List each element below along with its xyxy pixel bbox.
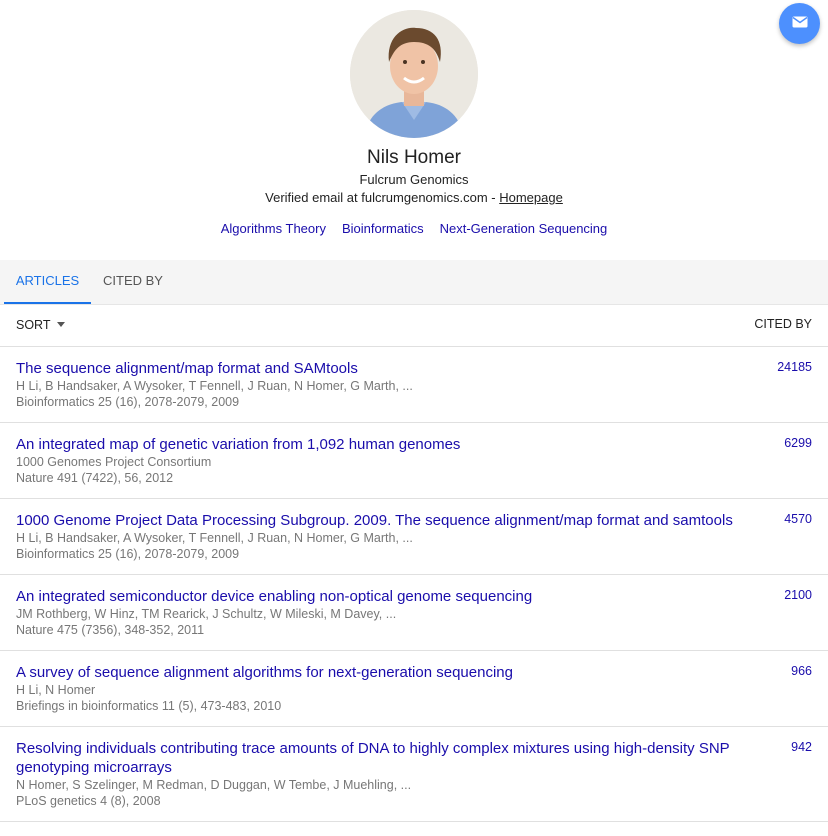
tab-articles[interactable]: ARTICLES: [4, 260, 91, 304]
article-authors: H Li, N Homer: [16, 683, 96, 697]
list-item: 1000 Genome Project Data Processing Subg…: [0, 499, 828, 575]
article-venue: Nature 491 (7422), 56, 2012: [16, 471, 174, 485]
cited-by-count-link[interactable]: 942: [791, 740, 812, 754]
list-item: The sequence alignment/map format and SA…: [0, 347, 828, 423]
cited-by-count-link[interactable]: 6299: [784, 436, 812, 450]
article-title-link[interactable]: 1000 Genome Project Data Processing Subg…: [16, 511, 738, 530]
tab-cited-by[interactable]: CITED BY: [91, 260, 175, 302]
profile-name: Nils Homer: [367, 147, 461, 168]
sort-button[interactable]: SORT: [16, 318, 65, 332]
research-interests: Algorithms Theory Bioinformatics Next-Ge…: [0, 221, 828, 237]
homepage-link[interactable]: Homepage: [499, 190, 563, 205]
article-list: The sequence alignment/map format and SA…: [0, 347, 828, 822]
profile-affiliation: Fulcrum Genomics: [359, 172, 469, 187]
profile-header: Nils Homer Fulcrum Genomics Verified ema…: [0, 0, 828, 260]
cited-by-count-link[interactable]: 4570: [784, 512, 812, 526]
email-icon: [792, 15, 808, 33]
sort-label: SORT: [16, 318, 51, 332]
article-venue: Bioinformatics 25 (16), 2078-2079, 2009: [16, 395, 240, 409]
interest-link-algorithms-theory[interactable]: Algorithms Theory: [221, 221, 326, 237]
article-authors: H Li, B Handsaker, A Wysoker, T Fennell,…: [16, 531, 413, 545]
list-item: An integrated semiconductor device enabl…: [0, 575, 828, 651]
article-title-link[interactable]: The sequence alignment/map format and SA…: [16, 359, 738, 378]
article-venue: Briefings in bioinformatics 11 (5), 473-…: [16, 699, 282, 713]
article-title-link[interactable]: An integrated map of genetic variation f…: [16, 435, 738, 454]
article-venue: Bioinformatics 25 (16), 2078-2079, 2009: [16, 547, 240, 561]
article-venue: Nature 475 (7356), 348-352, 2011: [16, 623, 205, 637]
article-authors: N Homer, S Szelinger, M Redman, D Duggan…: [16, 778, 412, 792]
cited-by-count-link[interactable]: 24185: [777, 360, 812, 374]
list-item: Resolving individuals contributing trace…: [0, 727, 828, 822]
list-item: An integrated map of genetic variation f…: [0, 423, 828, 499]
list-item: A survey of sequence alignment algorithm…: [0, 651, 828, 727]
cited-by-count-link[interactable]: 2100: [784, 588, 812, 602]
article-title-link[interactable]: An integrated semiconductor device enabl…: [16, 587, 738, 606]
verified-email-text: Verified email at fulcrumgenomics.com -: [265, 190, 500, 205]
list-header: SORT CITED BY: [0, 304, 828, 347]
article-authors: 1000 Genomes Project Consortium: [16, 455, 212, 469]
caret-down-icon: [56, 322, 65, 327]
profile-photo: [350, 10, 478, 138]
profile-tabs: ARTICLES CITED BY: [0, 260, 828, 305]
article-title-link[interactable]: Resolving individuals contributing trace…: [16, 739, 738, 777]
article-venue: PLoS genetics 4 (8), 2008: [16, 794, 161, 808]
cited-by-column-header: CITED BY: [754, 317, 812, 331]
interest-link-bioinformatics[interactable]: Bioinformatics: [342, 221, 424, 237]
follow-email-button[interactable]: [779, 3, 820, 44]
interest-link-ngs[interactable]: Next-Generation Sequencing: [440, 221, 608, 237]
article-title-link[interactable]: A survey of sequence alignment algorithm…: [16, 663, 738, 682]
verified-email-line: Verified email at fulcrumgenomics.com - …: [0, 190, 828, 206]
article-authors: JM Rothberg, W Hinz, TM Rearick, J Schul…: [16, 607, 397, 621]
article-authors: H Li, B Handsaker, A Wysoker, T Fennell,…: [16, 379, 413, 393]
cited-by-count-link[interactable]: 966: [791, 664, 812, 678]
